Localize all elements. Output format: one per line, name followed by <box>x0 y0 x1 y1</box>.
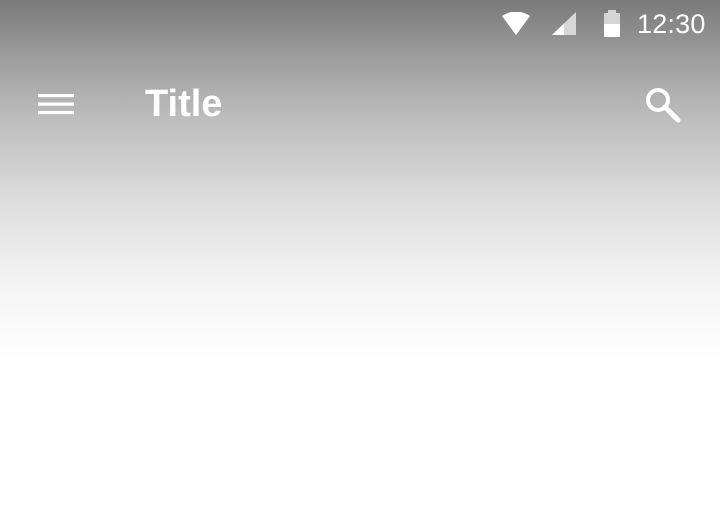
app-screen: 12:30 Title <box>0 0 720 520</box>
wifi-icon <box>502 12 530 35</box>
menu-icon[interactable] <box>34 86 78 122</box>
status-time: 12:30 <box>637 9 706 39</box>
search-icon[interactable] <box>640 82 686 128</box>
battery-icon <box>604 10 620 37</box>
signal-icon <box>552 12 576 35</box>
app-toolbar: Title <box>0 48 720 160</box>
status-bar: 12:30 <box>0 0 720 48</box>
page-title: Title <box>145 83 223 125</box>
